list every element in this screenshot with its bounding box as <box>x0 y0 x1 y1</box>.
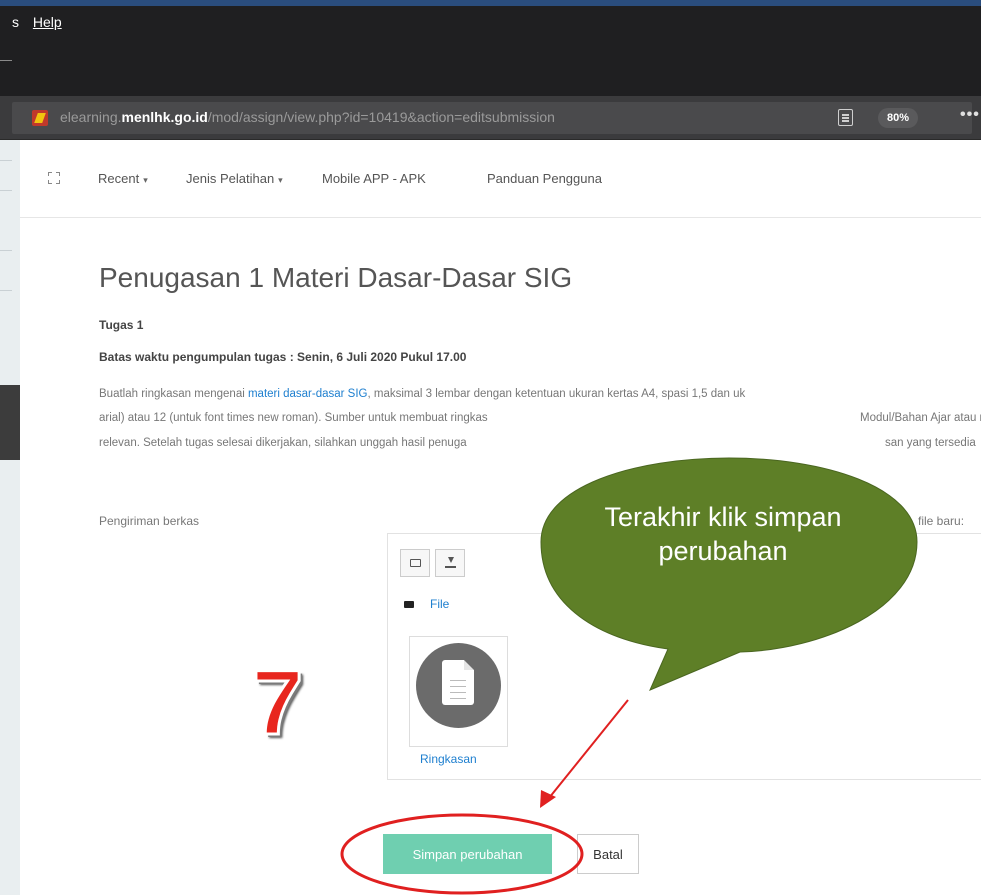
url-text[interactable]: elearning.menlhk.go.id/mod/assign/view.p… <box>60 109 555 125</box>
nav-item-label: Panduan Pengguna <box>487 171 602 186</box>
folder-icon <box>410 559 421 567</box>
description-text: Modul/Bahan Ajar atau m <box>860 412 981 424</box>
file-submission-label: Pengiriman berkas <box>99 514 200 528</box>
file-name-link[interactable]: Ringkasan <box>420 752 477 766</box>
document-icon <box>416 643 501 728</box>
save-changes-button[interactable]: Simpan perubahan <box>383 834 552 874</box>
menu-item-help[interactable]: Help <box>33 14 62 30</box>
menu-bar: s Help <box>12 14 62 30</box>
reader-view-icon[interactable] <box>838 109 853 126</box>
step-number: 7 <box>250 651 304 756</box>
file-manager: File Ringkasan <box>387 533 981 780</box>
assignment-deadline: Batas waktu pengumpulan tugas : Senin, 6… <box>99 350 467 364</box>
site-favicon-icon <box>32 110 48 126</box>
breadcrumb-file[interactable]: File <box>430 597 449 611</box>
nav-item-recent[interactable]: Recent ▾ <box>98 171 148 186</box>
description-text: Buatlah ringkasan mengenai <box>99 388 248 400</box>
site-navbar: Recent ▾ Jenis Pelatihan ▾ Mobile APP - AP… <box>20 140 981 218</box>
folder-icon <box>404 601 414 608</box>
browser-top-area: s Help <box>0 0 981 96</box>
description-text: san yang tersedia <box>885 437 976 449</box>
arrow-head-icon <box>540 790 556 808</box>
description-line-2: arial) atau 12 (untuk font times new rom… <box>99 412 488 424</box>
assignment-subtitle: Tugas 1 <box>99 318 144 332</box>
new-file-hint: file baru: <box>918 514 965 528</box>
more-actions-button[interactable]: ••• <box>960 106 980 124</box>
description-line-1: Buatlah ringkasan mengenai materi dasar-… <box>99 388 745 400</box>
menu-item-fragment[interactable]: s <box>12 14 19 30</box>
description-line-3: relevan. Setelah tugas selesai dikerjaka… <box>99 437 467 449</box>
nav-item-label: Jenis Pelatihan <box>186 171 275 186</box>
cancel-button[interactable]: Batal <box>577 834 639 874</box>
url-domain: menlhk.go.id <box>121 109 208 125</box>
page-title: Penugasan 1 Materi Dasar-Dasar SIG <box>99 262 573 293</box>
description-text: , maksimal 3 lembar dengan ketentuan uku… <box>367 388 746 400</box>
nav-item-jenis-pelatihan[interactable]: Jenis Pelatihan ▾ <box>186 171 283 186</box>
toolbar-divider <box>0 60 12 61</box>
materi-link[interactable]: materi dasar-dasar SIG <box>248 388 368 400</box>
nav-item-label: Recent <box>98 171 140 186</box>
address-bar[interactable]: elearning.menlhk.go.id/mod/assign/view.p… <box>12 102 979 134</box>
description-line-3-right: san yang tersedia <box>885 437 976 449</box>
url-path: /mod/assign/view.php?id=10419&action=edi… <box>207 109 555 125</box>
download-icon <box>445 557 456 569</box>
description-text: arial) atau 12 (untuk font times new rom… <box>99 412 488 424</box>
url-domain-prefix: elearning. <box>60 109 122 125</box>
download-button[interactable] <box>435 549 465 577</box>
file-thumbnail[interactable] <box>409 636 508 747</box>
fullscreen-toggle-icon[interactable] <box>48 172 60 184</box>
description-line-2-right: Modul/Bahan Ajar atau m <box>860 412 981 424</box>
create-folder-button[interactable] <box>400 549 430 577</box>
nav-item-mobile-app[interactable]: Mobile APP - APK <box>322 171 426 186</box>
background-window-dark-patch <box>0 385 20 460</box>
zoom-level-badge[interactable]: 80% <box>878 108 918 128</box>
address-bar-row: elearning.menlhk.go.id/mod/assign/view.p… <box>0 96 981 140</box>
nav-item-label: Mobile APP - APK <box>322 171 426 186</box>
caret-down-icon: ▾ <box>143 175 148 185</box>
callout-text: Terakhir klik simpan perubahan <box>604 502 842 566</box>
description-text: relevan. Setelah tugas selesai dikerjaka… <box>99 437 467 449</box>
caret-down-icon: ▾ <box>278 175 283 185</box>
nav-item-panduan-pengguna[interactable]: Panduan Pengguna <box>487 171 602 186</box>
window-titlebar-edge <box>0 0 981 6</box>
